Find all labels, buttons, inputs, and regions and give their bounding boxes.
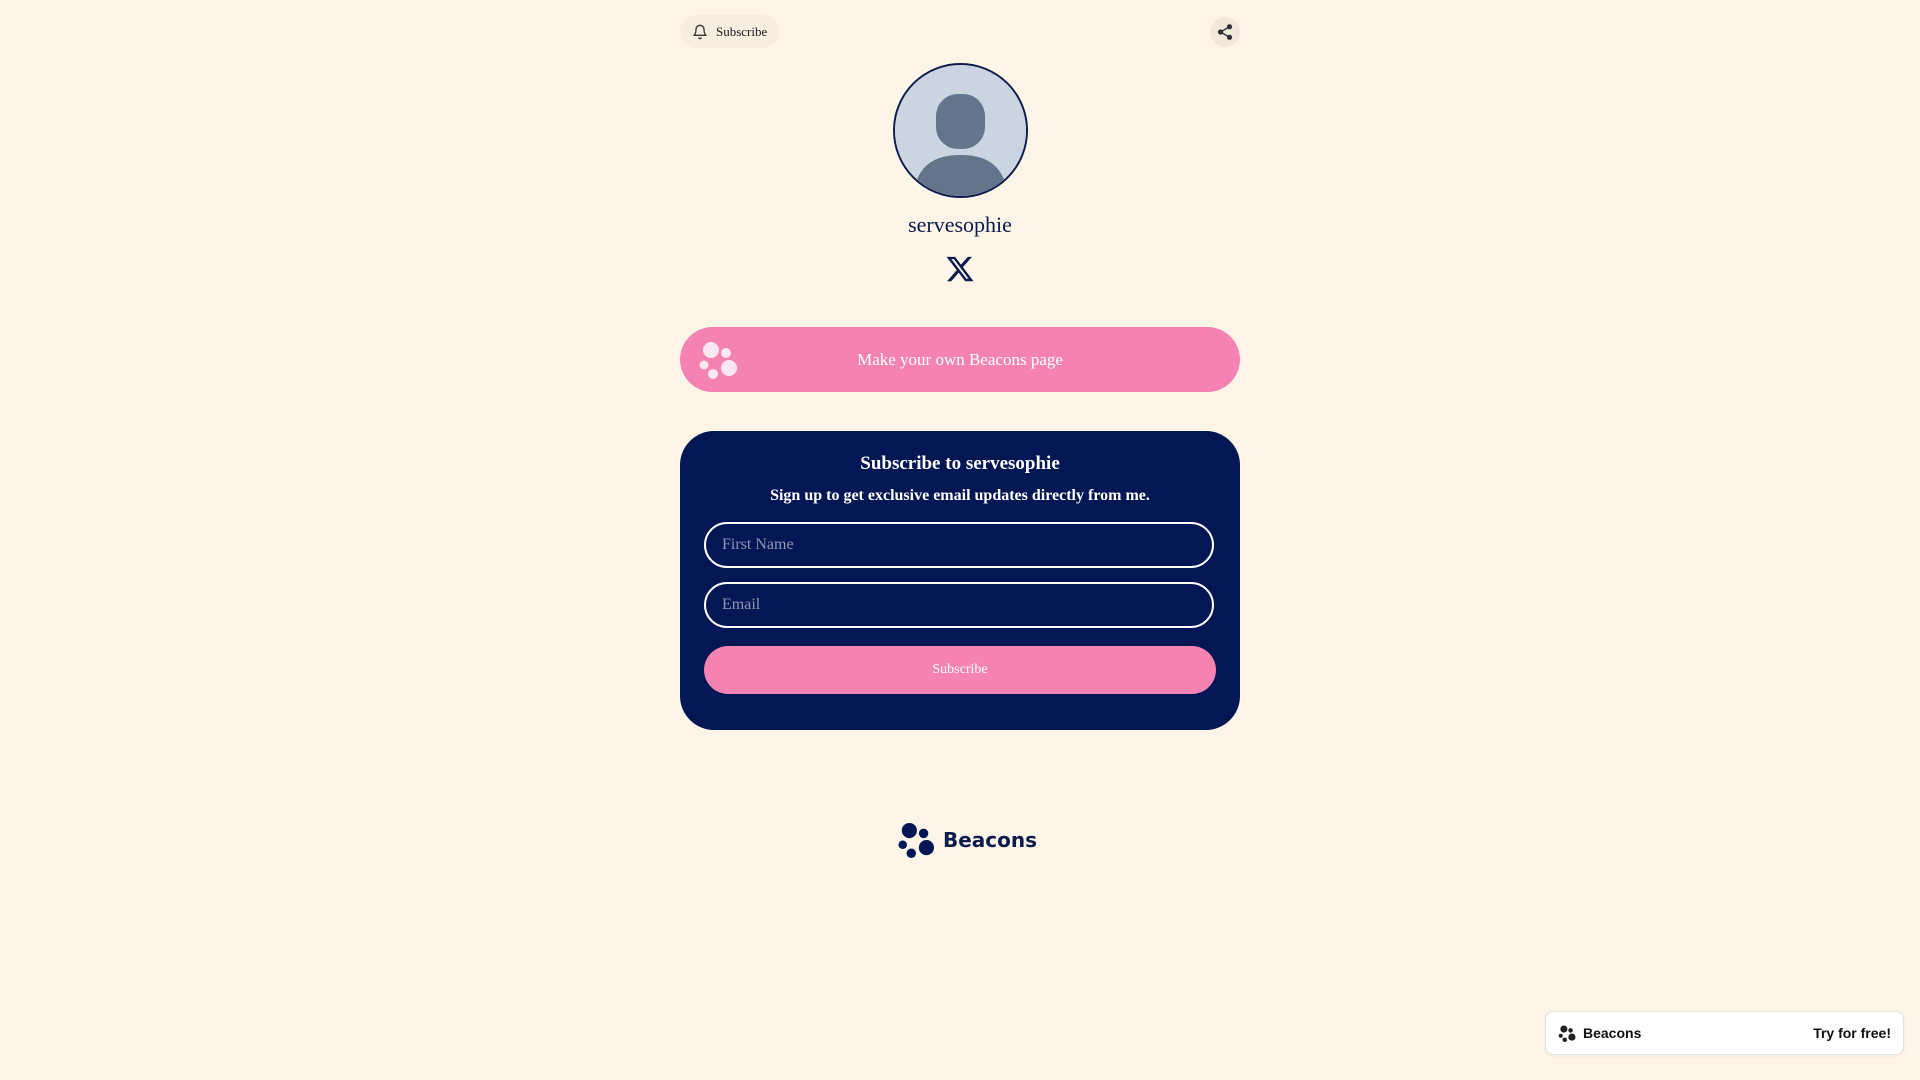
default-avatar-icon: [895, 65, 1026, 196]
toast-brand: Beacons: [1558, 1024, 1642, 1042]
subscribe-card-title: Subscribe to servesophie: [860, 453, 1060, 474]
x-social-link[interactable]: [945, 254, 975, 284]
share-icon: [1217, 24, 1233, 40]
subscribe-submit-button[interactable]: Subscribe: [704, 646, 1216, 694]
header-subscribe-button[interactable]: Subscribe: [680, 15, 780, 48]
subscribe-card: Subscribe to servesophie Sign up to get …: [680, 431, 1240, 730]
share-button[interactable]: [1210, 17, 1240, 47]
email-input[interactable]: [704, 582, 1214, 628]
first-name-input[interactable]: [704, 522, 1214, 568]
make-beacons-page-label: Make your own Beacons page: [857, 350, 1063, 369]
header-subscribe-label: Subscribe: [716, 23, 768, 39]
beacons-promo-toast[interactable]: Beacons Try for free!: [1545, 1011, 1904, 1055]
make-beacons-page-button[interactable]: Make your own Beacons page: [680, 327, 1240, 392]
beacons-logo-icon: [1558, 1024, 1576, 1042]
subscribe-card-subtitle: Sign up to get exclusive email updates d…: [770, 487, 1150, 504]
footer-brand-text: Beacons: [943, 828, 1038, 852]
toast-brand-label: Beacons: [1583, 1025, 1642, 1041]
profile-username: servesophie: [908, 212, 1012, 237]
footer-beacons-logo[interactable]: Beacons: [897, 822, 1037, 858]
page: Subscribe servesophie Make your own Beac…: [0, 0, 1920, 1080]
bell-icon: [693, 24, 707, 39]
avatar: [893, 63, 1028, 198]
x-icon: [946, 256, 974, 282]
try-for-free-link[interactable]: Try for free!: [1813, 1025, 1891, 1041]
beacons-logo-icon: [898, 822, 934, 858]
